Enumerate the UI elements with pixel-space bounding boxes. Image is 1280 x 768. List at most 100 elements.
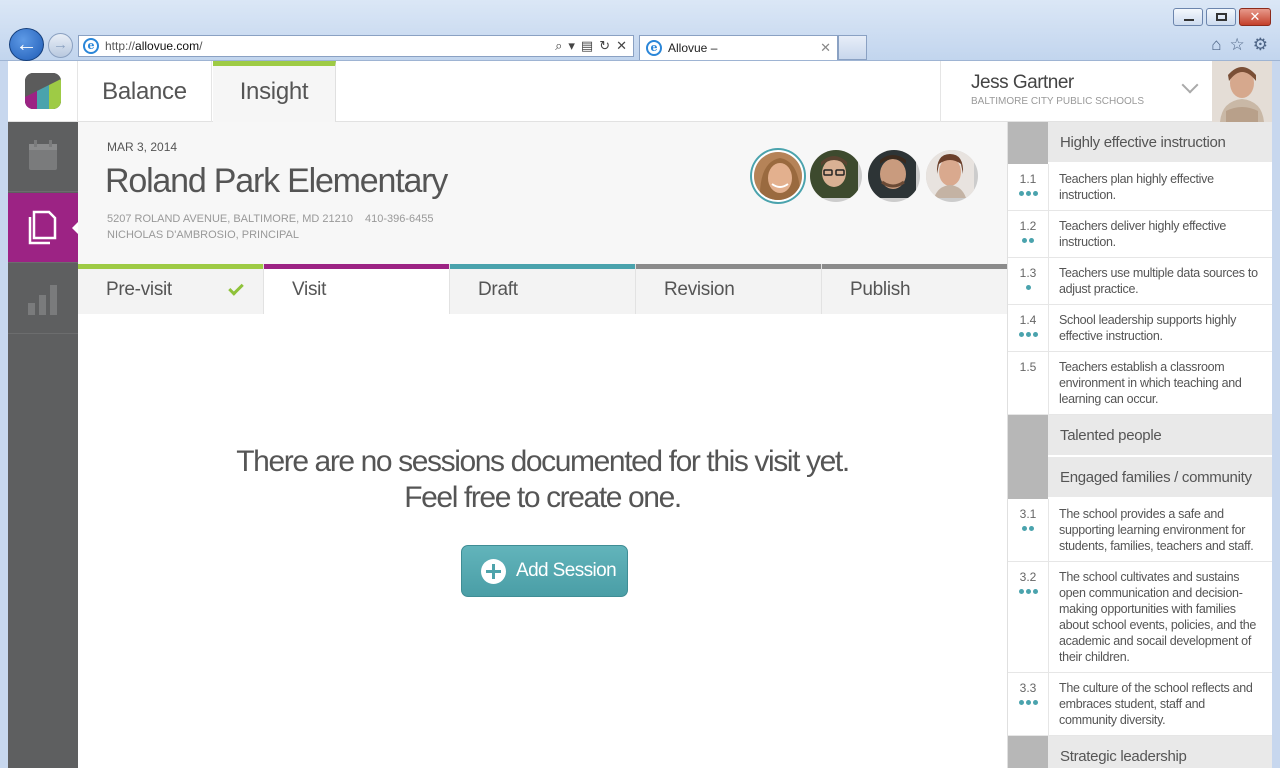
- rubric-item-number: 1.1: [1019, 172, 1037, 186]
- nav-documents[interactable]: [8, 193, 79, 263]
- new-tab-button[interactable]: [838, 35, 867, 60]
- evidence-dot-icon: [1022, 238, 1027, 243]
- stop-icon[interactable]: ✕: [616, 38, 627, 54]
- participant-avatar[interactable]: [926, 150, 978, 202]
- back-button[interactable]: ←: [9, 28, 44, 61]
- rubric-item-number-cell: 1.4: [1008, 305, 1049, 351]
- rubric-item-number: 3.2: [1019, 570, 1037, 584]
- stage-color-bar: [822, 264, 1007, 269]
- evidence-dot-icon: [1025, 589, 1031, 594]
- window-controls: ✕: [1173, 8, 1271, 26]
- rubric-item-number: 3.3: [1019, 681, 1037, 695]
- rubric-section-header[interactable]: Engaged families / community: [1008, 457, 1272, 499]
- rubric-item-number-cell: 3.3: [1008, 673, 1049, 735]
- window-frame-left: [0, 61, 8, 768]
- stage-color-bar: [636, 264, 821, 269]
- rubric-item-number-cell: 3.2: [1008, 562, 1049, 672]
- close-icon: ✕: [1249, 9, 1261, 24]
- nav-reports[interactable]: [8, 264, 78, 334]
- rubric-item[interactable]: 3.1 The school provides a safe and suppor…: [1008, 499, 1272, 562]
- rubric-item-text: Teachers plan highly effective instructi…: [1059, 172, 1214, 202]
- rubric-item[interactable]: 1.1 Teachers plan highly effective instru…: [1008, 164, 1272, 211]
- empty-state-line-1: There are no sessions documented for thi…: [236, 445, 850, 478]
- rubric-item[interactable]: 1.5 Teachers establish a classroom enviro…: [1008, 352, 1272, 415]
- rubric-section-header[interactable]: Strategic leadership: [1008, 736, 1272, 768]
- tab-visit[interactable]: Visit: [264, 264, 450, 314]
- maximize-button[interactable]: [1206, 8, 1236, 26]
- rubric-item-number-cell: 1.3: [1008, 258, 1049, 304]
- chevron-down-icon[interactable]: [1181, 76, 1199, 94]
- rubric-panel: Highly effective instruction 1.1 Teachers …: [1007, 122, 1272, 768]
- forward-button[interactable]: →: [48, 33, 73, 58]
- rubric-section-header[interactable]: Talented people: [1008, 415, 1272, 457]
- add-session-button[interactable]: Add Session: [461, 545, 628, 597]
- allovue-logo[interactable]: [25, 73, 61, 109]
- calendar-icon: [29, 140, 57, 170]
- participant-avatar[interactable]: [810, 150, 862, 202]
- tab-insight[interactable]: Insight: [213, 61, 336, 122]
- stage-label: Pre-visit: [106, 279, 172, 300]
- stage-label: Revision: [664, 279, 735, 300]
- evidence-dot-icon: [1022, 526, 1027, 531]
- home-icon[interactable]: ⌂: [1211, 35, 1221, 55]
- window-frame-right: [1272, 61, 1280, 768]
- rubric-item-text: The school provides a safe and supportin…: [1059, 507, 1254, 553]
- evidence-dot-icon: [1018, 700, 1024, 705]
- tab-title: Allovue –: [668, 41, 718, 55]
- rubric-item-text: School leadership supports highly effect…: [1059, 313, 1237, 343]
- address-url[interactable]: http://allovue.com/: [105, 39, 202, 53]
- evidence-dot-icon: [1029, 526, 1034, 531]
- left-nav-rail: [8, 122, 79, 768]
- address-bar[interactable]: e http://allovue.com/ ⌕ ▾ ▤ ↻ ✕: [78, 35, 634, 57]
- gear-icon[interactable]: ⚙: [1253, 35, 1268, 55]
- rubric-item[interactable]: 1.2 Teachers deliver highly effective ins…: [1008, 211, 1272, 258]
- rubric-section-header[interactable]: Highly effective instruction: [1008, 122, 1272, 164]
- evidence-dots: [1008, 191, 1048, 196]
- stage-color-bar: [78, 264, 263, 269]
- page-title: Roland Park Elementary: [105, 162, 448, 200]
- evidence-dot-icon: [1025, 285, 1031, 290]
- star-icon[interactable]: ☆: [1230, 35, 1245, 55]
- search-icon[interactable]: ⌕: [555, 38, 562, 54]
- user-menu[interactable]: Jess Gartner BALTIMORE CITY PUBLIC SCHOO…: [940, 61, 1212, 122]
- participant-avatar[interactable]: [752, 150, 804, 202]
- minimize-button[interactable]: [1173, 8, 1203, 26]
- dropdown-icon[interactable]: ▾: [568, 38, 575, 54]
- empty-state-line-2: Feel free to create one.: [404, 481, 682, 514]
- stage-label: Draft: [478, 279, 518, 300]
- rubric-item-text: Teachers use multiple data sources to ad…: [1059, 266, 1258, 296]
- evidence-dot-icon: [1025, 700, 1031, 705]
- rubric-item-number: 1.5: [1019, 360, 1037, 374]
- tab-revision[interactable]: Revision: [636, 264, 822, 314]
- stage-color-bar: [450, 264, 635, 269]
- tab-close-icon[interactable]: ✕: [820, 40, 831, 56]
- tab-balance[interactable]: Balance: [78, 61, 212, 122]
- rubric-item[interactable]: 1.4 School leadership supports highly eff…: [1008, 305, 1272, 352]
- tab-draft[interactable]: Draft: [450, 264, 636, 314]
- tab-favicon-icon: e: [646, 40, 662, 56]
- evidence-dot-icon: [1032, 700, 1038, 705]
- url-path: /: [199, 39, 203, 53]
- rubric-item[interactable]: 3.2 The school cultivates and sustains op…: [1008, 562, 1272, 673]
- refresh-icon[interactable]: ↻: [599, 38, 610, 54]
- stage-color-bar: [264, 264, 449, 269]
- compatibility-icon[interactable]: ▤: [581, 38, 593, 54]
- rubric-item[interactable]: 1.3 Teachers use multiple data sources to…: [1008, 258, 1272, 305]
- ie-logo-icon: e: [83, 38, 99, 54]
- tab-publish[interactable]: Publish: [822, 264, 1007, 314]
- section-marker: [1008, 736, 1048, 768]
- bar-chart-icon: [28, 285, 57, 315]
- rubric-item[interactable]: 3.3 The culture of the school reflects an…: [1008, 673, 1272, 736]
- nav-calendar[interactable]: [8, 122, 78, 192]
- person-portrait-icon: [868, 150, 916, 198]
- browser-tab[interactable]: e Allovue – ✕: [639, 35, 838, 60]
- url-scheme: http://: [105, 39, 136, 53]
- close-window-button[interactable]: ✕: [1239, 8, 1271, 26]
- documents-icon: [28, 210, 57, 245]
- participant-avatar[interactable]: [868, 150, 920, 202]
- section-marker: [1008, 122, 1048, 164]
- user-organization: BALTIMORE CITY PUBLIC SCHOOLS: [971, 96, 1145, 107]
- user-avatar[interactable]: [1212, 61, 1272, 122]
- logo-icon: [25, 73, 61, 109]
- tab-pre-visit[interactable]: Pre-visit: [78, 264, 264, 314]
